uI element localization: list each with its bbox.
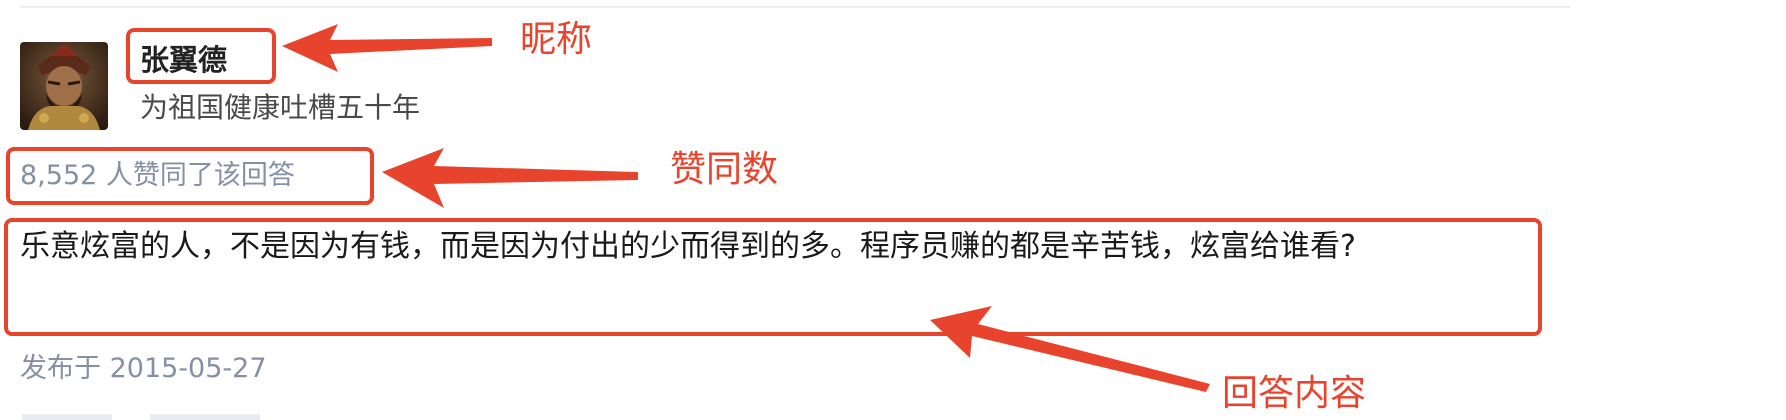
annotation-arrows — [282, 24, 1210, 392]
content-annotation-label: 回答内容 — [1222, 373, 1367, 414]
nickname-arrow — [282, 24, 492, 72]
vote-annotation-label: 赞同数 — [670, 149, 779, 190]
vote-arrow — [382, 148, 638, 208]
content-arrow — [930, 306, 1210, 392]
nickname-annotation-label: 昵称 — [520, 19, 593, 60]
